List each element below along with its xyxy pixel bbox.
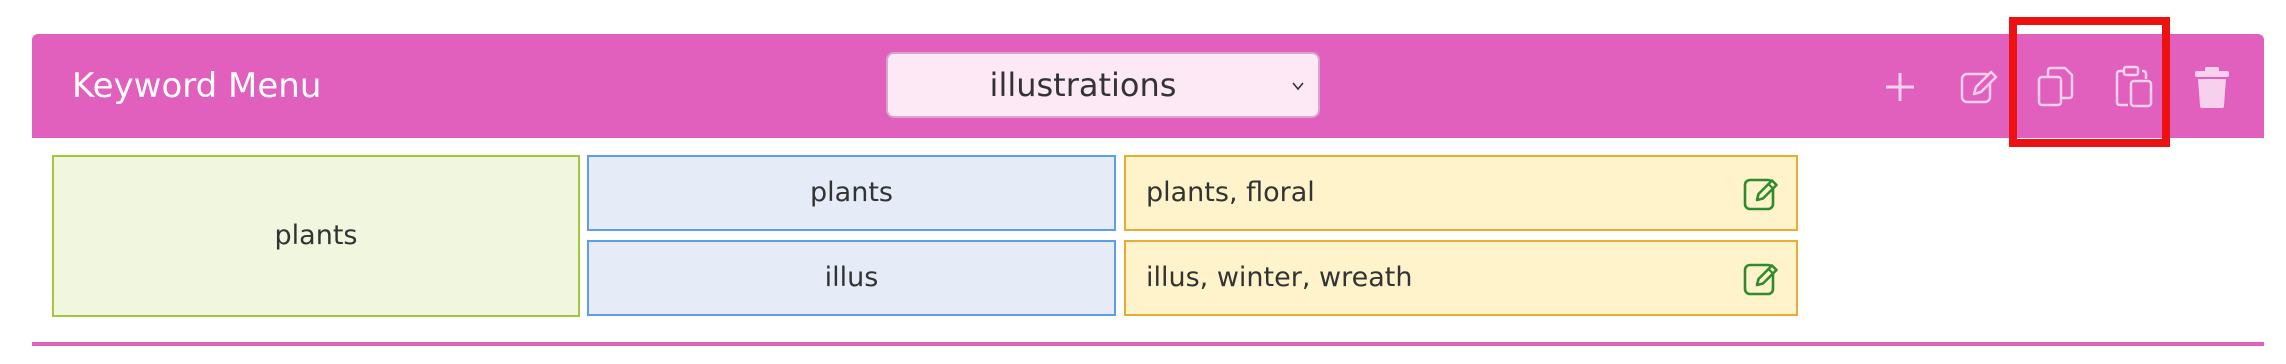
delete-button[interactable] xyxy=(2187,62,2237,112)
edit-keywords-button[interactable] xyxy=(1742,173,1782,213)
subcategory-label: plants xyxy=(810,177,893,208)
menu-title: Keyword Menu xyxy=(72,66,322,106)
copy-paste-highlight-box xyxy=(2009,17,2170,147)
edit-icon xyxy=(1743,263,1778,296)
subcategory-label: illus xyxy=(824,262,879,293)
keywords-text: illus, winter, wreath xyxy=(1146,262,1413,293)
edit-keywords-button[interactable] xyxy=(1742,258,1782,298)
subcategory-cell[interactable]: plants xyxy=(587,155,1116,231)
edit-icon xyxy=(1743,178,1778,211)
keywords-cell[interactable]: illus, winter, wreath xyxy=(1124,240,1798,316)
keywords-cell[interactable]: plants, floral xyxy=(1124,155,1798,231)
edit-icon xyxy=(1960,70,1998,104)
add-button[interactable] xyxy=(1875,62,1925,112)
category-cell[interactable]: plants xyxy=(52,155,580,317)
trash-icon xyxy=(2195,67,2229,108)
section-divider xyxy=(32,342,2264,346)
subcategory-cell[interactable]: illus xyxy=(587,240,1116,316)
add-icon xyxy=(1886,73,1914,101)
chevron-down-icon xyxy=(1292,82,1304,91)
category-label: plants xyxy=(274,220,358,251)
edit-button[interactable] xyxy=(1954,62,2004,112)
keywords-text: plants, floral xyxy=(1146,177,1315,208)
keyword-menu-header: Keyword Menu illustrations xyxy=(32,34,2264,138)
keyword-set-select[interactable]: illustrations xyxy=(886,52,1320,118)
select-value: illustrations xyxy=(989,66,1177,104)
